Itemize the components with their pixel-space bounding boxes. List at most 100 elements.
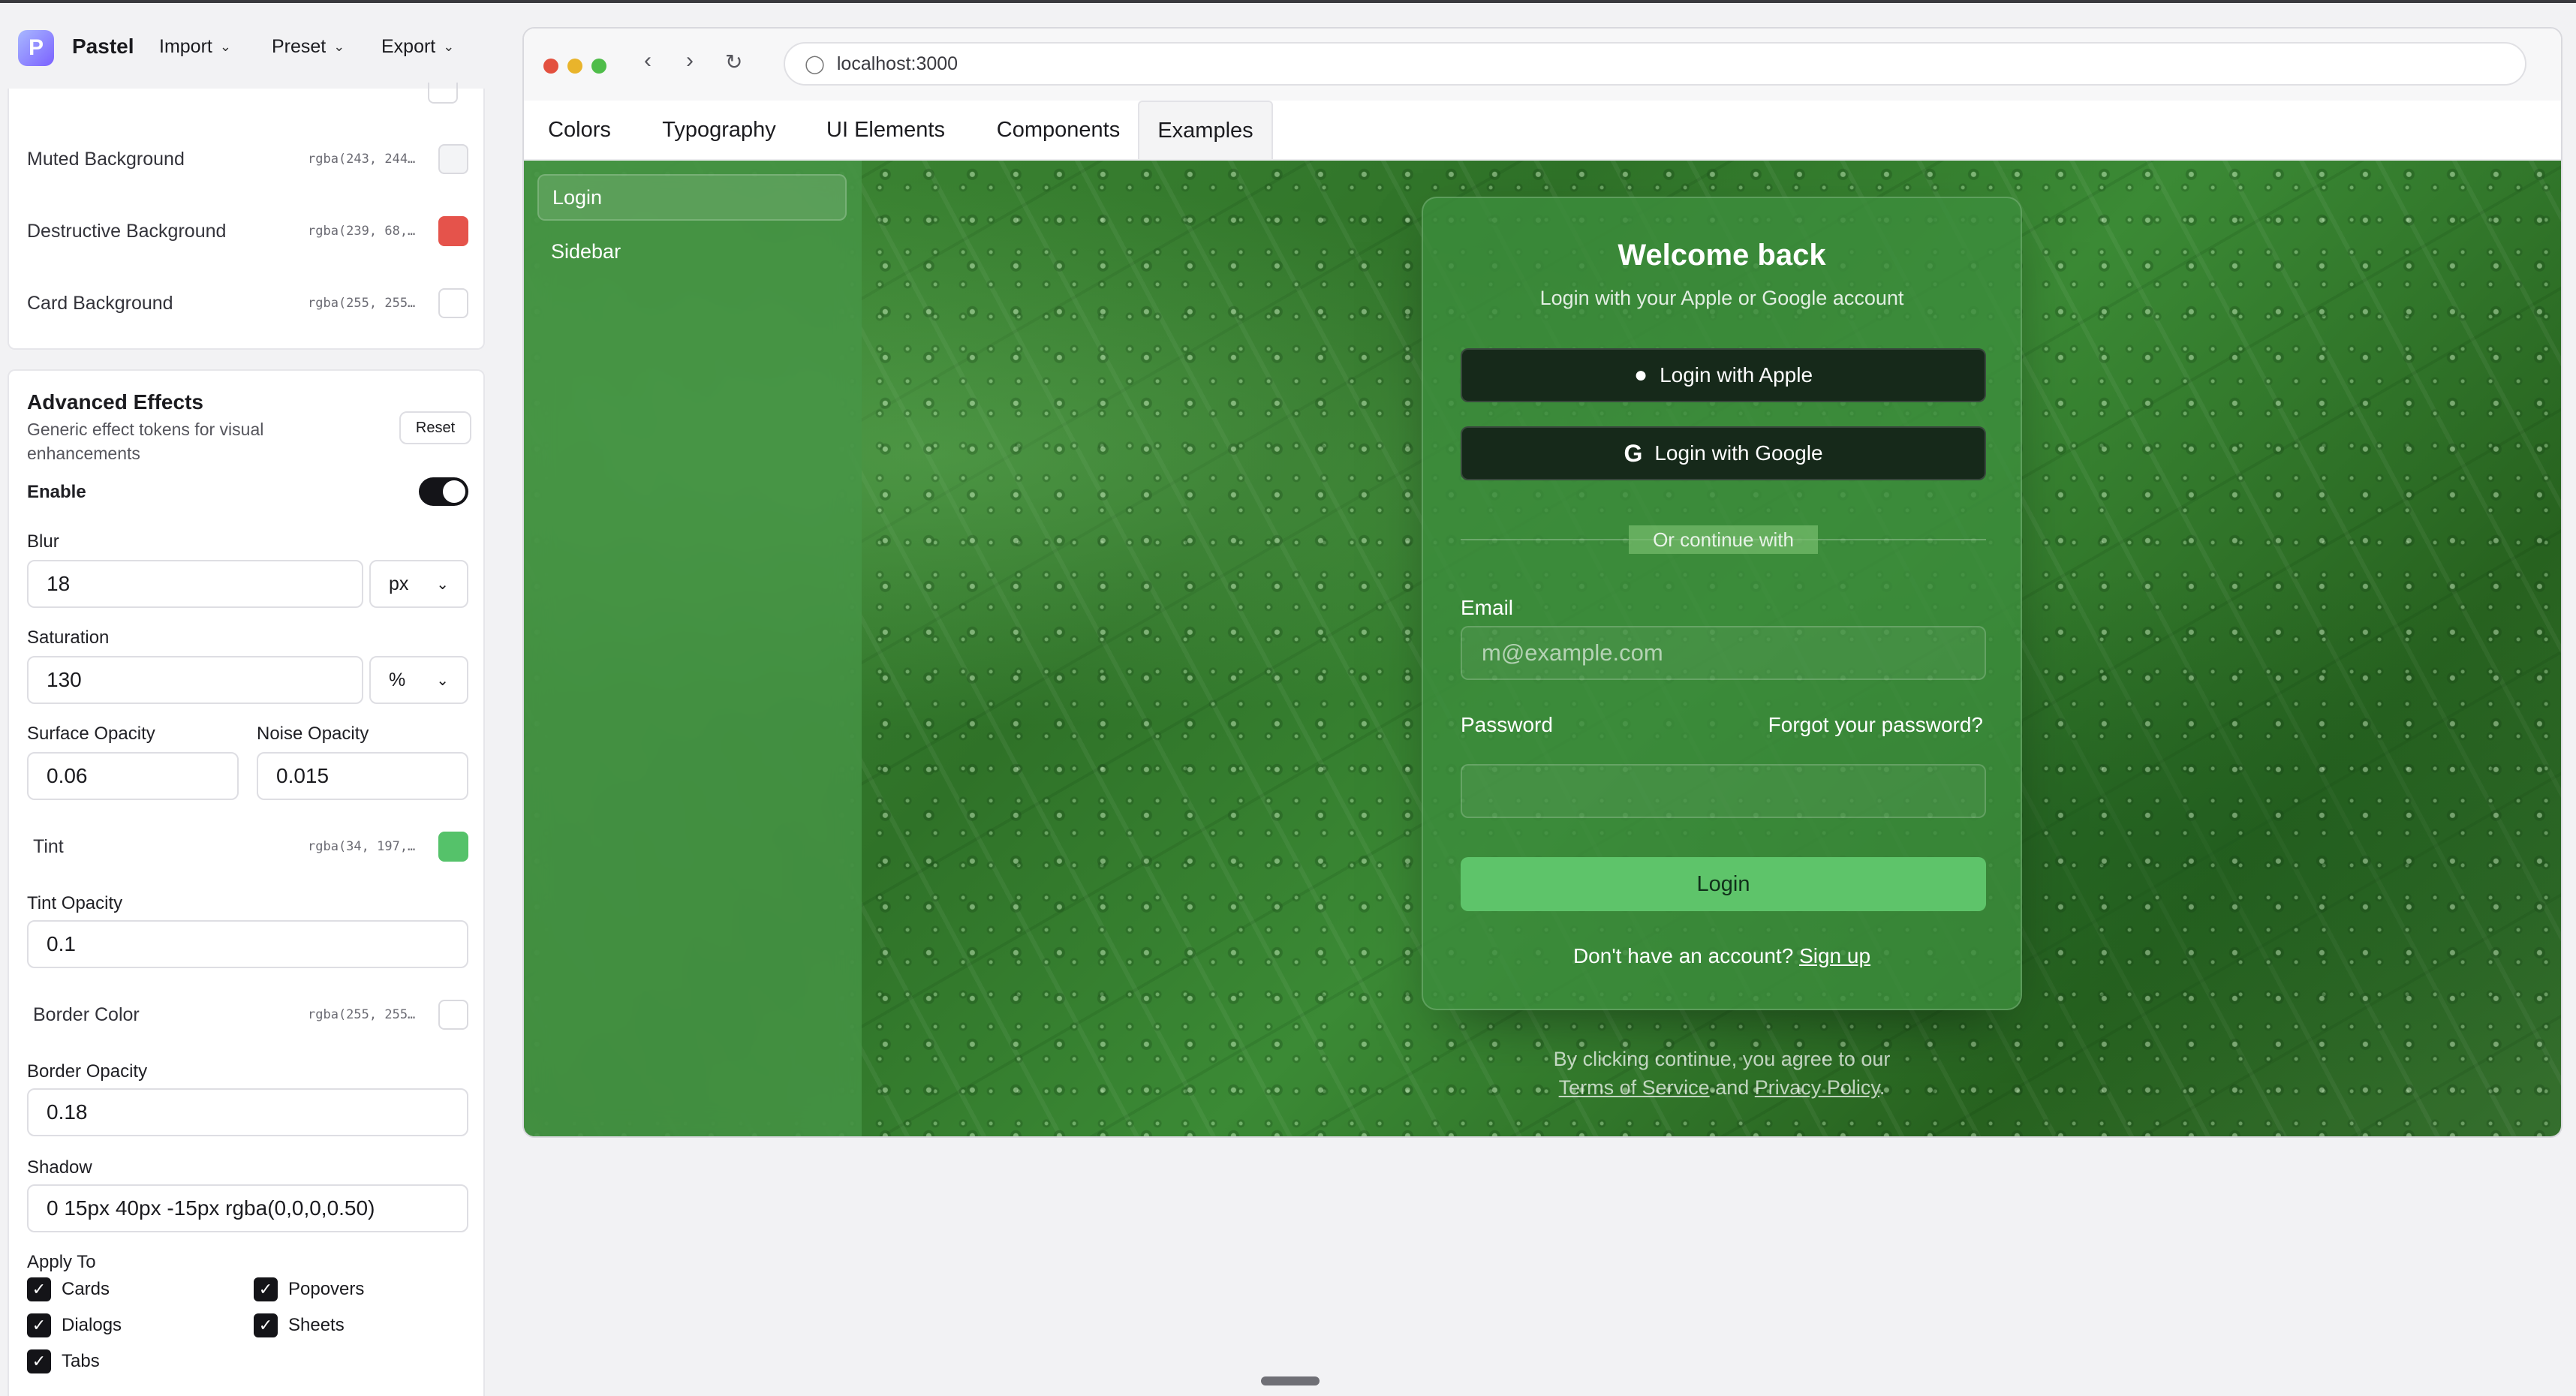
apple-icon: ●: [1633, 363, 1648, 387]
border-color-swatch[interactable]: [438, 1000, 468, 1030]
saturation-unit-value: %: [389, 669, 406, 690]
import-menu[interactable]: Import ⌄: [159, 36, 231, 58]
leaf-background: Login Sidebar Welcome back Login with yo…: [524, 161, 2561, 1136]
preview-browser-window: ‹ › ↻ ◯ localhost:3000 Colors Typography…: [522, 27, 2562, 1138]
tab-ui-elements[interactable]: UI Elements: [812, 101, 959, 159]
login-google-button[interactable]: G Login with Google: [1461, 426, 1986, 480]
tint-swatch[interactable]: [438, 832, 468, 862]
tab-examples[interactable]: Examples: [1138, 101, 1273, 159]
password-field[interactable]: [1461, 764, 1986, 818]
checkbox-label: Cards: [62, 1279, 110, 1299]
reload-icon[interactable]: ↻: [725, 50, 742, 74]
enable-label: Enable: [27, 482, 86, 502]
shadow-label: Shadow: [27, 1157, 92, 1178]
signup-link[interactable]: Sign up: [1799, 944, 1870, 967]
shadow-input[interactable]: 0 15px 40px -15px rgba(0,0,0,0.50): [27, 1184, 468, 1232]
color-row-value: rgba(255, 255…: [308, 296, 416, 311]
tab-colors[interactable]: Colors: [533, 101, 626, 159]
login-apple-button[interactable]: ● Login with Apple: [1461, 348, 1986, 402]
pastel-logo-icon: P: [18, 30, 54, 66]
shield-icon: ◯: [805, 53, 825, 74]
checkbox-label: Tabs: [62, 1351, 100, 1371]
terms-prefix: By clicking continue, you agree to our: [1553, 1048, 1891, 1070]
section-description: Generic effect tokens for visual enhance…: [27, 420, 264, 463]
chevron-down-icon: ⌄: [333, 39, 345, 54]
sidebar-item-login[interactable]: Login: [537, 174, 847, 221]
maximize-window-icon[interactable]: [591, 59, 606, 74]
checkmark-icon: ✓: [27, 1313, 51, 1337]
blur-input[interactable]: 18: [27, 560, 363, 608]
saturation-input[interactable]: 130: [27, 656, 363, 704]
checkmark-icon: ✓: [254, 1277, 278, 1301]
close-window-icon[interactable]: [543, 59, 558, 74]
saturation-unit-select[interactable]: % ⌄: [369, 656, 468, 704]
login-card: Welcome back Login with your Apple or Go…: [1422, 197, 2022, 1010]
chevron-down-icon: ⌄: [436, 576, 449, 593]
noise-opacity-input[interactable]: 0.015: [257, 752, 468, 800]
tint-value: rgba(34, 197,…: [308, 839, 416, 854]
color-tokens-panel: Muted Background rgba(243, 244… Destruct…: [8, 83, 485, 350]
checkbox-label: Popovers: [288, 1279, 365, 1299]
email-field[interactable]: m@example.com: [1461, 626, 1986, 680]
chevron-down-icon: ⌄: [436, 672, 449, 689]
preview-tabs: Colors Typography UI Elements Components…: [524, 101, 2561, 161]
color-row-label: Card Background: [27, 292, 173, 314]
chevron-down-icon: ⌄: [443, 39, 455, 54]
noise-opacity-label: Noise Opacity: [257, 724, 369, 744]
surface-opacity-input[interactable]: 0.06: [27, 752, 239, 800]
export-menu[interactable]: Export ⌄: [381, 36, 454, 58]
apply-tabs-checkbox[interactable]: ✓ Tabs: [27, 1349, 100, 1373]
blur-unit-select[interactable]: px ⌄: [369, 560, 468, 608]
border-opacity-label: Border Opacity: [27, 1061, 148, 1082]
address-bar[interactable]: ◯ localhost:3000: [784, 42, 2526, 86]
color-swatch[interactable]: [438, 144, 468, 174]
privacy-policy-link[interactable]: Privacy Policy: [1755, 1076, 1879, 1099]
preset-menu-label: Preset: [272, 36, 327, 57]
enable-toggle[interactable]: [419, 477, 468, 506]
apply-dialogs-checkbox[interactable]: ✓ Dialogs: [27, 1313, 122, 1337]
advanced-effects-panel: Advanced Effects Generic effect tokens f…: [8, 369, 485, 1396]
surface-opacity-label: Surface Opacity: [27, 724, 155, 744]
tab-components[interactable]: Components: [977, 101, 1139, 159]
forward-arrow-icon[interactable]: ›: [686, 48, 694, 74]
border-opacity-input[interactable]: 0.18: [27, 1088, 468, 1136]
signup-prompt: Don't have an account? Sign up: [1423, 944, 2021, 968]
color-swatch[interactable]: [438, 216, 468, 246]
login-subtitle: Login with your Apple or Google account: [1539, 287, 1904, 309]
google-icon: G: [1624, 439, 1643, 467]
checkmark-icon: ✓: [254, 1313, 278, 1337]
color-row-destructive-background: Destructive Background rgba(239, 68,…: [27, 216, 474, 246]
login-button[interactable]: Login: [1461, 857, 1986, 911]
saturation-label: Saturation: [27, 627, 110, 648]
apply-cards-checkbox[interactable]: ✓ Cards: [27, 1277, 110, 1301]
color-row-card-background: Card Background rgba(255, 255…: [27, 288, 474, 318]
tint-row: Tint rgba(34, 197,…: [27, 832, 474, 862]
app-header: P Pastel Import ⌄ Preset ⌄ Export ⌄: [0, 3, 495, 92]
tint-opacity-input[interactable]: 0.1: [27, 920, 468, 968]
apple-button-label: Login with Apple: [1660, 363, 1813, 387]
color-swatch-cut-off[interactable]: [428, 83, 458, 104]
checkmark-icon: ✓: [27, 1277, 51, 1301]
divider-text: Or continue with: [1629, 525, 1818, 554]
blur-label: Blur: [27, 531, 59, 552]
back-arrow-icon[interactable]: ‹: [644, 48, 652, 74]
sidebar-item-sidebar[interactable]: Sidebar: [537, 228, 847, 275]
preset-menu[interactable]: Preset ⌄: [272, 36, 345, 58]
url-text: localhost:3000: [836, 53, 958, 74]
apply-popovers-checkbox[interactable]: ✓ Popovers: [254, 1277, 364, 1301]
minimize-window-icon[interactable]: [567, 59, 582, 74]
color-row-label: Destructive Background: [27, 220, 227, 242]
apply-sheets-checkbox[interactable]: ✓ Sheets: [254, 1313, 345, 1337]
forgot-password-link[interactable]: Forgot your password?: [1768, 713, 1983, 737]
color-row-value: rgba(243, 244…: [308, 152, 416, 167]
tab-typography[interactable]: Typography: [644, 101, 794, 159]
tint-opacity-label: Tint Opacity: [27, 893, 123, 913]
color-row-label: Muted Background: [27, 148, 185, 170]
browser-toolbar: ‹ › ↻ ◯ localhost:3000: [524, 29, 2561, 102]
section-title: Advanced Effects: [27, 390, 203, 414]
color-swatch[interactable]: [438, 288, 468, 318]
resize-handle[interactable]: [1261, 1376, 1320, 1385]
reset-button[interactable]: Reset: [399, 411, 471, 444]
terms-of-service-link[interactable]: Terms of Service: [1559, 1076, 1710, 1099]
terms-suffix: .: [1879, 1076, 1885, 1099]
